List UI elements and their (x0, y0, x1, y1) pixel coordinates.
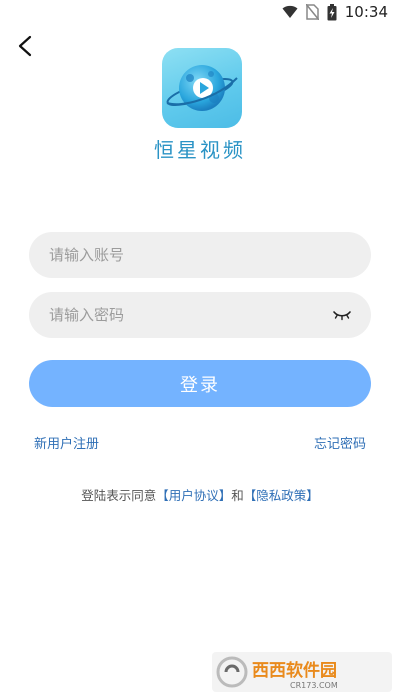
wifi-icon (282, 5, 298, 18)
agreement-and: 和 (231, 488, 244, 503)
register-link[interactable]: 新用户注册 (34, 433, 99, 452)
account-field[interactable] (29, 232, 371, 278)
battery-charging-icon (327, 3, 337, 20)
login-button[interactable]: 登录 (29, 360, 371, 407)
no-sim-icon (305, 4, 319, 20)
status-icons: 10:34 (282, 3, 388, 21)
watermark-logo: 西西软件园 CR173.COM (212, 652, 392, 692)
privacy-policy-link[interactable]: 【隐私政策】 (244, 488, 319, 503)
agreement-prefix: 登陆表示同意 (81, 488, 157, 503)
chevron-left-icon (18, 35, 32, 57)
status-bar: 10:34 (0, 0, 400, 24)
password-input[interactable] (47, 305, 331, 325)
planet-play-icon (166, 65, 238, 111)
agreement-text: 登陆表示同意【用户协议】和【隐私政策】 (0, 485, 400, 504)
back-button[interactable] (12, 32, 40, 60)
user-agreement-link[interactable]: 【用户协议】 (156, 488, 231, 503)
app-logo (162, 48, 242, 128)
password-field[interactable] (29, 292, 371, 338)
status-time: 10:34 (344, 3, 388, 21)
account-input[interactable] (47, 245, 353, 265)
watermark-subtext: CR173.COM (290, 681, 338, 690)
app-name: 恒星视频 (154, 138, 246, 162)
watermark-text: 西西软件园 (252, 660, 337, 681)
eye-closed-icon[interactable] (331, 307, 353, 323)
forgot-password-link[interactable]: 忘记密码 (314, 433, 366, 452)
